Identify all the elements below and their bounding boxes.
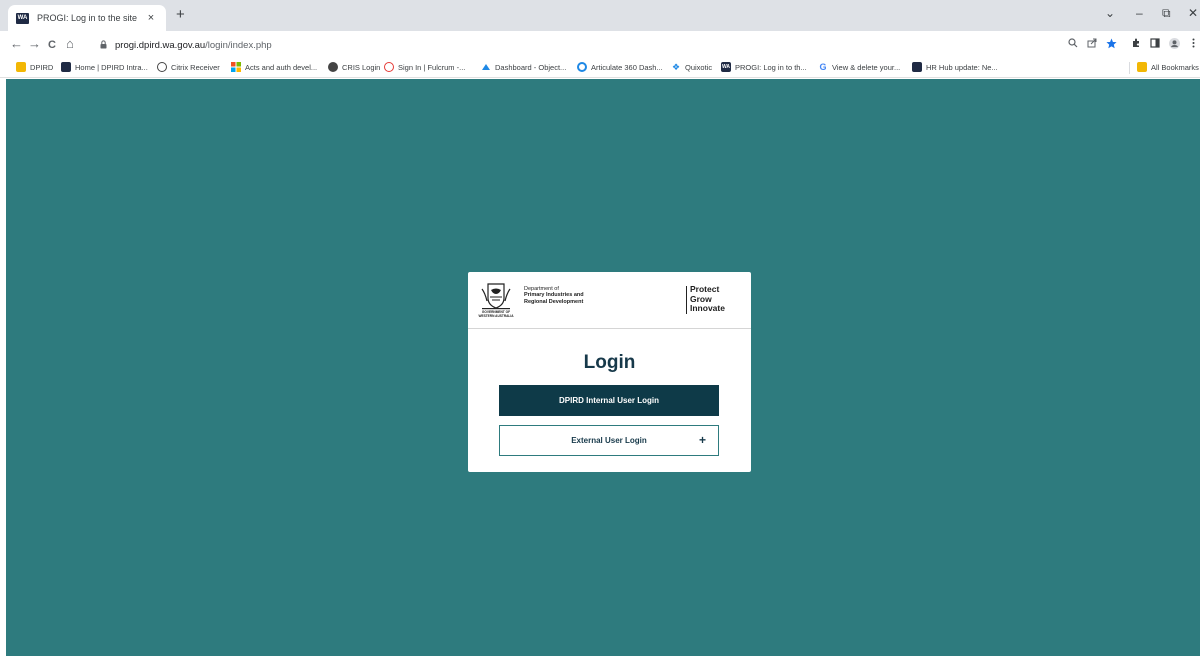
citrix-icon	[157, 62, 167, 72]
bookmark-item[interactable]: HR Hub update: Ne...	[912, 62, 998, 72]
dpird-icon	[912, 62, 922, 72]
extensions-icon[interactable]	[1131, 38, 1141, 52]
new-tab-button[interactable]: +	[176, 7, 185, 23]
bookmark-label: Sign In | Fulcrum -...	[398, 62, 466, 72]
bookmark-item[interactable]: WA PROGI: Log in to th...	[721, 62, 807, 72]
lock-icon	[100, 39, 107, 51]
tagline: Protect Grow Innovate	[690, 284, 725, 314]
microsoft-icon	[231, 62, 241, 72]
bookmark-item[interactable]: Dashboard - Object...	[481, 62, 566, 72]
expand-plus-icon: +	[698, 433, 706, 447]
bookmarks-bar: DPIRD Home | DPIRD Intra... Citrix Recei…	[0, 59, 1200, 78]
wa-favicon-icon: WA	[16, 12, 29, 24]
fulcrum-icon	[384, 62, 394, 72]
profile-avatar-icon[interactable]	[1169, 38, 1180, 53]
browser-tab[interactable]: WA PROGI: Log in to the site ×	[8, 5, 166, 31]
quixotic-icon: ❖	[671, 61, 681, 72]
bookmark-label: Acts and auth devel...	[245, 62, 318, 72]
dept-line-2: Primary Industries and	[524, 292, 584, 299]
all-bookmarks-label: All Bookmarks	[1151, 62, 1199, 72]
card-header: GOVERNMENT OF WESTERN AUSTRALIA Departme…	[468, 272, 751, 329]
address-bar[interactable]: progi.dpird.wa.gov.au/login/index.php	[88, 35, 1063, 55]
dashboard-icon	[481, 62, 491, 72]
bookmark-label: DPIRD	[30, 62, 54, 72]
bookmark-item[interactable]: G View & delete your...	[818, 62, 900, 72]
forward-icon[interactable]: →	[28, 36, 41, 52]
zoom-icon[interactable]	[1068, 38, 1078, 52]
bookmark-item[interactable]: ❖ Quixotic	[671, 62, 712, 72]
internal-login-button[interactable]: DPIRD Internal User Login	[499, 385, 719, 416]
url-path: /login/index.php	[205, 39, 272, 51]
bookmark-label: View & delete your...	[832, 62, 901, 72]
home-icon[interactable]: ⌂	[66, 36, 74, 52]
tagline-innovate: Innovate	[690, 303, 725, 313]
minimize-icon[interactable]: –	[1136, 5, 1143, 21]
bookmark-item[interactable]: DPIRD	[16, 62, 53, 72]
url-text: progi.dpird.wa.gov.au/login/index.php	[115, 40, 272, 51]
page-title: Login	[583, 352, 636, 373]
globe-icon	[328, 62, 338, 72]
bookmark-item[interactable]: Articulate 360 Dash...	[577, 62, 663, 72]
tab-title: PROGI: Log in to the site	[37, 13, 138, 23]
restore-icon[interactable]: ⧉	[1162, 5, 1171, 21]
department-name: Department of Primary Industries and Reg…	[524, 286, 584, 305]
bookmark-label: HR Hub update: Ne...	[926, 62, 998, 72]
close-window-icon[interactable]: ✕	[1188, 5, 1198, 21]
url-domain: progi.dpird.wa.gov.au	[115, 39, 206, 51]
side-panel-icon[interactable]	[1150, 38, 1160, 52]
articulate-icon	[577, 62, 587, 72]
bookmark-item[interactable]: Home | DPIRD Intra...	[61, 62, 148, 72]
back-icon[interactable]: ←	[10, 36, 23, 52]
tab-close-icon[interactable]: ×	[144, 12, 158, 24]
page-background: GOVERNMENT OF WESTERN AUSTRALIA Departme…	[6, 79, 1200, 656]
bookmark-star-icon[interactable]	[1106, 38, 1117, 53]
folder-icon	[16, 62, 26, 72]
dpird-icon	[61, 62, 71, 72]
bookmark-item[interactable]: Citrix Receiver	[157, 62, 220, 72]
external-login-button[interactable]: External User Login +	[499, 425, 719, 456]
tab-search-icon[interactable]: ⌄	[1105, 5, 1115, 21]
bookmark-item[interactable]: Sign In | Fulcrum -...	[384, 62, 465, 72]
reload-icon[interactable]: C	[48, 37, 56, 53]
bookmark-label: Home | DPIRD Intra...	[75, 62, 148, 72]
google-icon: G	[819, 62, 827, 72]
browser-toolbar: ← → C ⌂ progi.dpird.wa.gov.au/login/inde…	[0, 31, 1200, 59]
dept-line-3: Regional Development	[524, 298, 584, 305]
tab-strip: WA PROGI: Log in to the site × + ⌄ – ⧉ ✕	[0, 0, 1200, 31]
bookmark-label: CRIS Login	[342, 62, 381, 72]
bookmark-item[interactable]: Acts and auth devel...	[231, 62, 317, 72]
tagline-divider	[686, 286, 687, 314]
bookmark-label: Quixotic	[685, 62, 713, 72]
bookmark-label: PROGI: Log in to th...	[735, 62, 807, 72]
share-icon[interactable]	[1087, 38, 1097, 52]
external-login-label: External User Login	[571, 436, 647, 445]
login-card: GOVERNMENT OF WESTERN AUSTRALIA Departme…	[468, 272, 751, 472]
bookmarks-divider	[1129, 62, 1130, 74]
gov-line-2: WESTERN AUSTRALIA	[478, 313, 514, 318]
bookmark-label: Citrix Receiver	[171, 62, 220, 72]
bookmark-label: Dashboard - Object...	[495, 62, 567, 72]
folder-icon	[1137, 62, 1147, 72]
wa-icon: WA	[721, 62, 731, 72]
bookmark-label: Articulate 360 Dash...	[591, 62, 663, 72]
menu-dots-icon[interactable]	[1192, 38, 1195, 52]
government-of-wa-label: GOVERNMENT OF WESTERN AUSTRALIA	[473, 310, 519, 318]
bookmark-item[interactable]: CRIS Login	[328, 62, 380, 72]
all-bookmarks-button[interactable]: All Bookmarks	[1137, 62, 1199, 72]
